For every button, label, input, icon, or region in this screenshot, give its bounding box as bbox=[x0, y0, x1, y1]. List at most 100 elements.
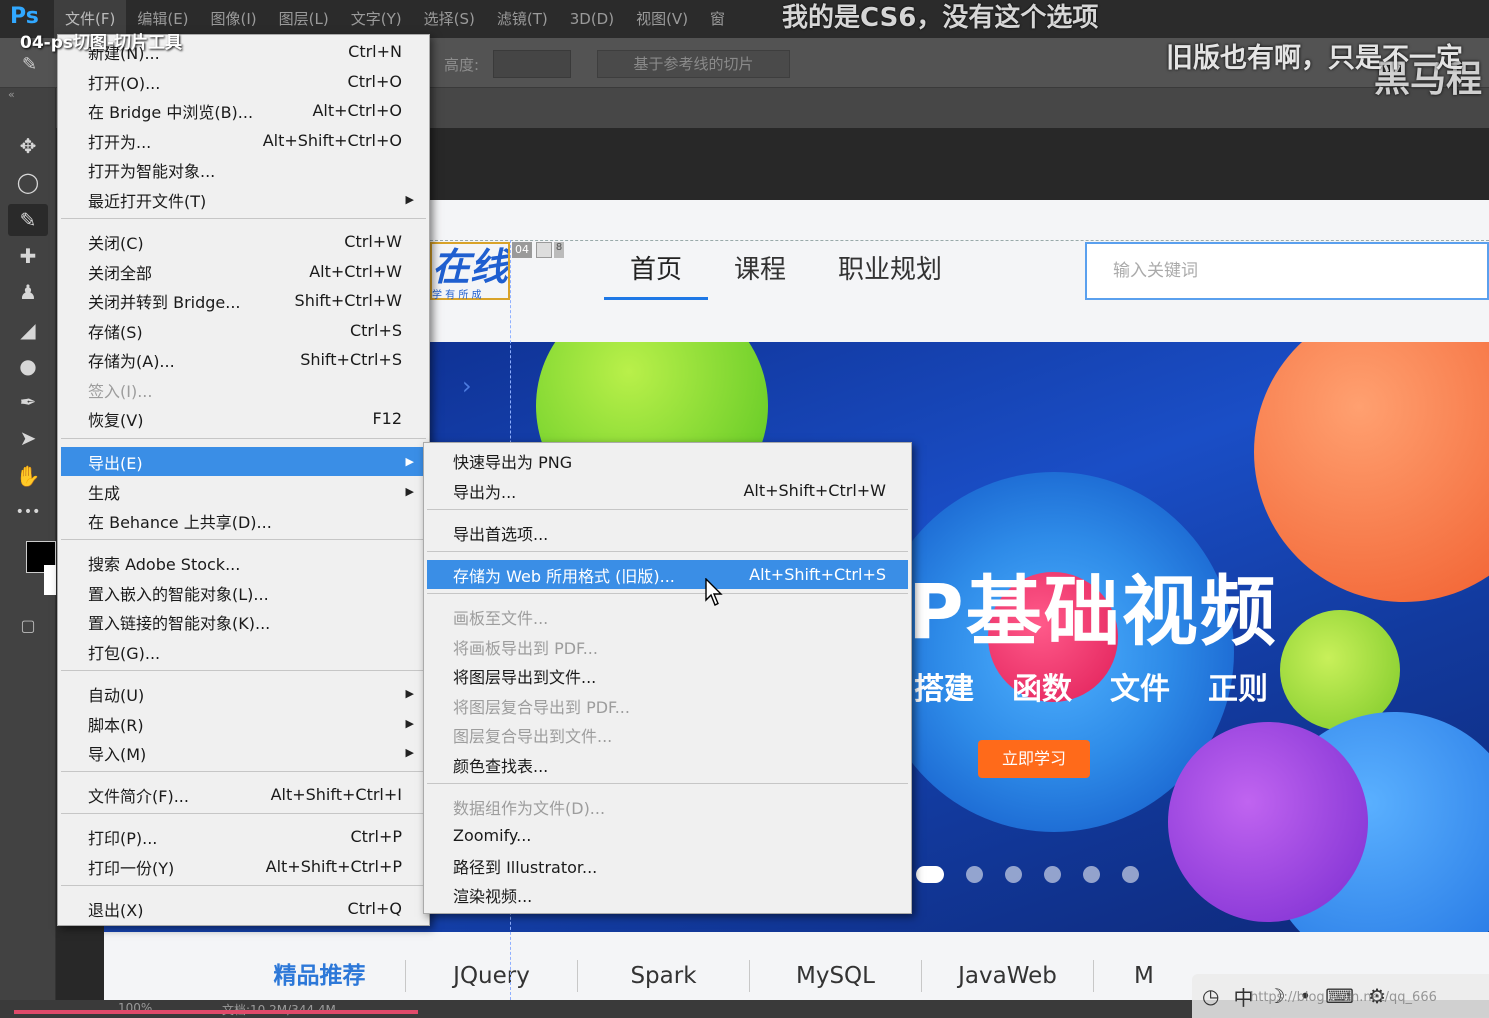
menu-item-open-as[interactable]: 打开为... Alt+Shift+Ctrl+O bbox=[61, 126, 426, 155]
menu-item-browse-bridge[interactable]: 在 Bridge 中浏览(B)... Alt+Ctrl+O bbox=[61, 96, 426, 125]
pen-tool-icon[interactable]: ✒ bbox=[8, 386, 48, 418]
menu-item-save[interactable]: 存储(S) Ctrl+S bbox=[61, 316, 426, 345]
move-tool-icon[interactable]: ✥ bbox=[8, 130, 48, 162]
banner-orb-purple bbox=[1168, 722, 1368, 922]
menu-item-export[interactable]: 导出(E) ▶ bbox=[61, 447, 426, 476]
clock-icon[interactable]: ◷ bbox=[1202, 984, 1219, 1008]
menu-item-label: 打印一份(Y) bbox=[88, 858, 175, 878]
menu-item-import[interactable]: 导入(M) ▶ bbox=[61, 738, 426, 767]
menu-bar: Ps 文件(F) 编辑(E) 图像(I) 图层(L) 文字(Y) 选择(S) 滤… bbox=[0, 0, 1489, 38]
carousel-dot[interactable] bbox=[916, 866, 944, 883]
menu-item-render-video[interactable]: 渲染视频... bbox=[427, 880, 908, 909]
banner-topic: 正则 bbox=[1208, 672, 1268, 707]
menu-item-color-lookup-tables[interactable]: 颜色查找表... bbox=[427, 750, 908, 779]
nav-career[interactable]: 职业规划 bbox=[812, 252, 968, 300]
menu-item-export-as[interactable]: 导出为... Alt+Shift+Ctrl+W bbox=[427, 476, 908, 505]
menu-item-place-linked[interactable]: 置入链接的智能对象(K)... bbox=[61, 607, 426, 636]
background-color-swatch[interactable] bbox=[44, 565, 56, 595]
stamp-tool-icon[interactable]: ♟ bbox=[8, 276, 48, 308]
menu-select[interactable]: 选择(S) bbox=[413, 0, 486, 38]
slice-link-icon: 8 bbox=[554, 242, 564, 258]
menu-item-paths-to-illustrator[interactable]: 路径到 Illustrator... bbox=[427, 851, 908, 880]
menu-item-open-smart-object[interactable]: 打开为智能对象... bbox=[61, 155, 426, 184]
tab-javaweb[interactable]: JavaWeb bbox=[922, 960, 1094, 992]
menu-separator bbox=[427, 509, 908, 510]
menu-window[interactable]: 窗 bbox=[699, 0, 725, 38]
menu-item-scripts[interactable]: 脚本(R) ▶ bbox=[61, 709, 426, 738]
menu-item-print[interactable]: 打印(P)... Ctrl+P bbox=[61, 822, 426, 851]
menu-item-zoomify[interactable]: Zoomify... bbox=[427, 821, 908, 850]
menu-item-open[interactable]: 打开(O)... Ctrl+O bbox=[61, 67, 426, 96]
menu-item-save-as[interactable]: 存储为(A)... Shift+Ctrl+S bbox=[61, 345, 426, 374]
more-tools-icon[interactable]: ••• bbox=[8, 496, 48, 528]
menu-type[interactable]: 文字(Y) bbox=[340, 0, 413, 38]
menu-item-label: 存储为(A)... bbox=[88, 351, 175, 371]
menu-image[interactable]: 图像(I) bbox=[200, 0, 268, 38]
tab-more[interactable]: M bbox=[1094, 960, 1154, 992]
healing-tool-icon[interactable]: ✚ bbox=[8, 240, 48, 272]
menu-item-shortcut: Alt+Shift+Ctrl+P bbox=[265, 857, 402, 876]
carousel-dot[interactable] bbox=[1005, 866, 1022, 883]
carousel-dot[interactable] bbox=[1083, 866, 1100, 883]
menu-item-file-info[interactable]: 文件简介(F)... Alt+Shift+Ctrl+I bbox=[61, 780, 426, 809]
tab-spark[interactable]: Spark bbox=[578, 960, 750, 992]
carousel-dot[interactable] bbox=[1122, 866, 1139, 883]
menu-separator bbox=[61, 218, 426, 219]
menu-item-package[interactable]: 打包(G)... bbox=[61, 637, 426, 666]
menu-item-recent[interactable]: 最近打开文件(T) ▶ bbox=[61, 185, 426, 214]
menu-item-layers-to-files[interactable]: 将图层导出到文件... bbox=[427, 661, 908, 690]
carousel-dots bbox=[916, 866, 1139, 883]
menu-view[interactable]: 视图(V) bbox=[625, 0, 699, 38]
lasso-tool-icon[interactable]: ◯ bbox=[8, 166, 48, 198]
slice-tool-preset-icon[interactable]: ✎ bbox=[22, 54, 48, 75]
nav-home[interactable]: 首页 bbox=[604, 252, 709, 300]
nav-courses[interactable]: 课程 bbox=[708, 252, 812, 300]
menu-item-print-one[interactable]: 打印一份(Y) Alt+Shift+Ctrl+P bbox=[61, 852, 426, 881]
tab-mysql[interactable]: MySQL bbox=[750, 960, 922, 992]
site-nav: 首页 课程 职业规划 bbox=[604, 252, 968, 300]
height-input[interactable] bbox=[493, 50, 571, 78]
menu-item-artboards-to-pdf: 将画板导出到 PDF... bbox=[427, 632, 908, 661]
menu-item-close-go-bridge[interactable]: 关闭并转到 Bridge... Shift+Ctrl+W bbox=[61, 286, 426, 315]
tab-featured[interactable]: 精品推荐 bbox=[234, 960, 406, 992]
menu-item-automate[interactable]: 自动(U) ▶ bbox=[61, 679, 426, 708]
site-search-input[interactable]: 输入关键词 bbox=[1085, 242, 1489, 300]
menu-item-export-preferences[interactable]: 导出首选项... bbox=[427, 518, 908, 547]
slice-tool-icon[interactable]: ✎ bbox=[8, 204, 48, 236]
menu-item-generate[interactable]: 生成 ▶ bbox=[61, 477, 426, 506]
menu-item-label: 置入链接的智能对象(K)... bbox=[88, 613, 271, 633]
eraser-tool-icon[interactable]: ◢ bbox=[8, 314, 48, 346]
menu-3d[interactable]: 3D(D) bbox=[559, 0, 625, 38]
menu-item-label: 存储为 Web 所用格式 (旧版)... bbox=[453, 566, 675, 586]
path-select-tool-icon[interactable]: ➤ bbox=[8, 422, 48, 454]
menu-item-search-stock[interactable]: 搜索 Adobe Stock... bbox=[61, 548, 426, 577]
menu-item-shortcut: Shift+Ctrl+W bbox=[294, 291, 402, 310]
slices-from-guides-button[interactable]: 基于参考线的切片 bbox=[597, 50, 790, 78]
learn-now-button[interactable]: 立即学习 bbox=[978, 740, 1090, 778]
menu-item-revert[interactable]: 恢复(V) F12 bbox=[61, 404, 426, 433]
menu-item-exit[interactable]: 退出(X) Ctrl+Q bbox=[61, 894, 426, 923]
carousel-dot[interactable] bbox=[1044, 866, 1061, 883]
menu-item-label: 打开为... bbox=[88, 132, 152, 152]
banner-prev-icon[interactable]: › bbox=[462, 372, 472, 400]
menu-item-save-for-web-legacy[interactable]: 存储为 Web 所用格式 (旧版)... Alt+Shift+Ctrl+S bbox=[427, 560, 908, 589]
menu-item-close[interactable]: 关闭(C) Ctrl+W bbox=[61, 227, 426, 256]
blur-tool-icon[interactable]: ● bbox=[8, 350, 48, 382]
collapse-panel-icon[interactable]: « bbox=[8, 88, 15, 101]
site-logo-tagline: 学 有 所 成 bbox=[432, 290, 482, 301]
menu-item-data-sets-as-files: 数据组作为文件(D)... bbox=[427, 792, 908, 821]
quick-mask-icon[interactable]: ▢ bbox=[8, 610, 48, 642]
menu-separator bbox=[61, 539, 426, 540]
carousel-dot[interactable] bbox=[966, 866, 983, 883]
menu-filter[interactable]: 滤镜(T) bbox=[486, 0, 559, 38]
menu-layer[interactable]: 图层(L) bbox=[268, 0, 340, 38]
tab-jquery[interactable]: JQuery bbox=[406, 960, 578, 992]
menu-item-quick-export-png[interactable]: 快速导出为 PNG bbox=[427, 446, 908, 475]
hand-tool-icon[interactable]: ✋ bbox=[8, 460, 48, 492]
menu-item-close-all[interactable]: 关闭全部 Alt+Ctrl+W bbox=[61, 257, 426, 286]
menu-item-place-embedded[interactable]: 置入嵌入的智能对象(L)... bbox=[61, 578, 426, 607]
slice-number-badge[interactable]: 04 bbox=[512, 242, 532, 258]
menu-item-label: 数据组作为文件(D)... bbox=[453, 798, 606, 818]
video-progress-bar[interactable] bbox=[14, 1010, 418, 1014]
menu-item-share-behance[interactable]: 在 Behance 上共享(D)... bbox=[61, 506, 426, 535]
